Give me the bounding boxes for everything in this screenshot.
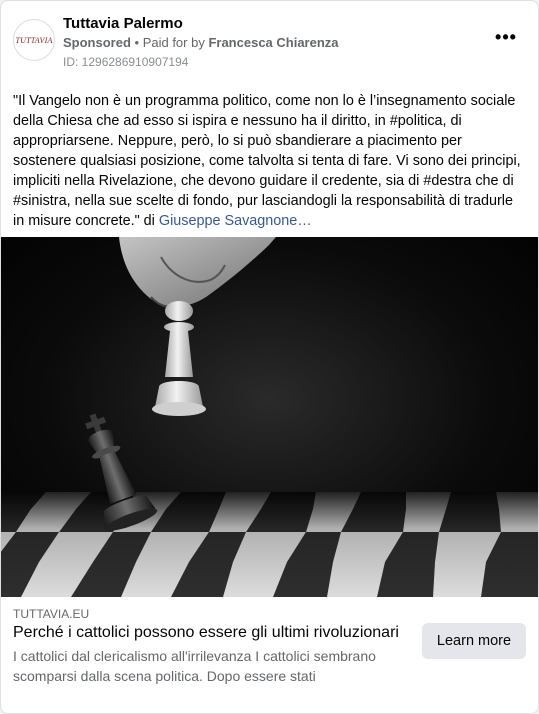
sponsor-line: Sponsored • Paid for by Francesca Chiare… [63, 35, 339, 50]
ad-id: ID: 1296286910907194 [63, 55, 189, 69]
chessboard [1, 492, 538, 597]
post-header: TUTTAVIA Tuttavia Palermo Sponsored • Pa… [13, 13, 526, 73]
link-description: I cattolici dal clericalismo all'irrilev… [13, 648, 376, 684]
link-domain: TUTTAVIA.EU [13, 607, 90, 621]
paid-for-name: Francesca Chiarenza [208, 35, 339, 50]
meta-separator: • [130, 35, 143, 50]
more-horizontal-icon[interactable]: ••• [492, 25, 520, 49]
sponsored-post-card: TUTTAVIA Tuttavia Palermo Sponsored • Pa… [0, 0, 539, 714]
post-body: "Il Vangelo non è un programma politico,… [13, 91, 527, 231]
page-avatar[interactable]: TUTTAVIA [13, 19, 55, 61]
post-body-text: "Il Vangelo non è un programma politico,… [13, 93, 521, 229]
link-preview[interactable]: TUTTAVIA.EU Perché i cattolici possono e… [1, 597, 538, 713]
link-title[interactable]: Perché i cattolici possono essere gli ul… [13, 624, 413, 642]
chess-image [1, 237, 538, 597]
sponsored-label: Sponsored [63, 35, 131, 50]
paid-for-prefix: Paid for by [142, 35, 209, 50]
learn-more-button[interactable]: Learn more [422, 623, 526, 659]
page-name[interactable]: Tuttavia Palermo [63, 15, 183, 32]
post-image[interactable] [1, 237, 538, 597]
author-link[interactable]: Giuseppe Savagnone… [159, 213, 312, 229]
page-logo-text: TUTTAVIA [15, 35, 53, 45]
